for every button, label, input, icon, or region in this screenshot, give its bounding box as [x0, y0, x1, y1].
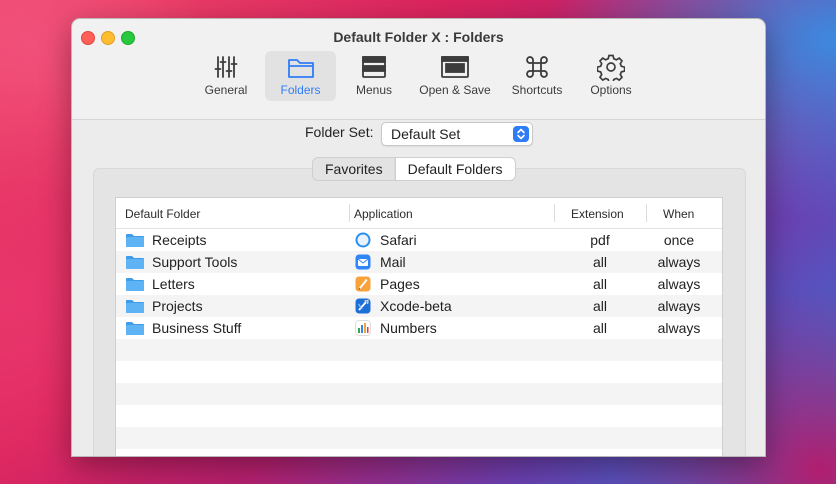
header-extension[interactable]: Extension [571, 207, 624, 221]
folder-icon [126, 322, 144, 335]
toolbar-shortcuts[interactable]: Shortcuts [502, 53, 572, 101]
table-row[interactable]: Support Tools Mail all always [116, 251, 722, 273]
when-value: always [657, 254, 701, 270]
command-icon [502, 53, 572, 81]
column-divider[interactable] [646, 204, 647, 222]
title-bar: Default Folder X : Folders General Folde… [72, 19, 765, 120]
extension-value: pdf [590, 232, 610, 248]
xcode-icon [355, 298, 371, 314]
folder-set-popup[interactable]: Default Set [381, 122, 533, 146]
window-title: Default Folder X : Folders [333, 29, 504, 45]
table-row[interactable]: Business Stuff Numbers all always [116, 317, 722, 339]
folder-icon [126, 300, 144, 313]
when-value: always [657, 298, 701, 314]
toolbar-general-label: General [204, 83, 248, 97]
table-row[interactable]: Projects Xcode-beta all always [116, 295, 722, 317]
numbers-icon [355, 320, 371, 336]
toolbar-options-label: Options [590, 83, 632, 97]
empty-row [116, 361, 722, 383]
toolbar-menus-label: Menus [355, 83, 393, 97]
header-when[interactable]: When [663, 207, 694, 221]
folder-name: Projects [152, 298, 203, 314]
folder-icon [126, 256, 144, 269]
sliders-icon [191, 53, 261, 81]
header-default-folder[interactable]: Default Folder [125, 207, 200, 221]
extension-value: all [592, 254, 607, 270]
safari-icon [355, 232, 371, 248]
header-application[interactable]: Application [354, 207, 413, 221]
application-name: Pages [380, 276, 420, 292]
empty-row [116, 383, 722, 405]
gear-icon [576, 53, 646, 81]
table-row[interactable]: Receipts Safari pdf once [116, 229, 722, 251]
empty-row [116, 339, 722, 361]
table-header: Default Folder Application Extension Whe… [116, 198, 722, 229]
toolbar-folders[interactable]: Folders [265, 51, 336, 101]
toolbar-open-save-label: Open & Save [419, 83, 491, 97]
tab-default-folders[interactable]: Default Folders [394, 158, 515, 180]
folder-set-value: Default Set [391, 126, 461, 142]
preferences-window: Default Folder X : Folders General Folde… [71, 18, 766, 457]
application-name: Numbers [380, 320, 437, 336]
toolbar-general[interactable]: General [191, 53, 261, 101]
folder-name: Letters [152, 276, 195, 292]
folder-name: Business Stuff [152, 320, 242, 336]
open-save-icon [419, 53, 491, 81]
folder-name: Support Tools [152, 254, 238, 270]
when-value: always [657, 276, 701, 292]
folder-icon [126, 278, 144, 291]
empty-row [116, 449, 722, 456]
folder-set-label: Folder Set: [305, 124, 374, 140]
extension-value: all [592, 276, 607, 292]
menus-icon [339, 53, 409, 81]
tab-favorites[interactable]: Favorites [313, 158, 395, 180]
application-name: Safari [380, 232, 417, 248]
popup-chevron-icon [513, 126, 529, 142]
folder-icon [265, 53, 336, 81]
toolbar-options[interactable]: Options [576, 53, 646, 101]
toolbar-folders-label: Folders [280, 83, 321, 97]
toolbar-shortcuts-label: Shortcuts [511, 83, 563, 97]
empty-row [116, 405, 722, 427]
column-divider[interactable] [349, 204, 350, 222]
pages-icon [355, 276, 371, 292]
extension-value: all [592, 320, 607, 336]
toolbar-open-save[interactable]: Open & Save [419, 53, 491, 101]
column-divider[interactable] [554, 204, 555, 222]
extension-value: all [592, 298, 607, 314]
default-folders-table: Default Folder Application Extension Whe… [115, 197, 723, 456]
application-name: Xcode-beta [380, 298, 452, 314]
folder-name: Receipts [152, 232, 207, 248]
mail-icon [355, 254, 371, 270]
table-row[interactable]: Letters Pages all always [116, 273, 722, 295]
when-value: always [657, 320, 701, 336]
toolbar-menus[interactable]: Menus [339, 53, 409, 101]
application-name: Mail [380, 254, 406, 270]
view-segmented-control: Favorites Default Folders [312, 157, 516, 181]
empty-row [116, 427, 722, 449]
folder-icon [126, 234, 144, 247]
when-value: once [663, 232, 695, 248]
